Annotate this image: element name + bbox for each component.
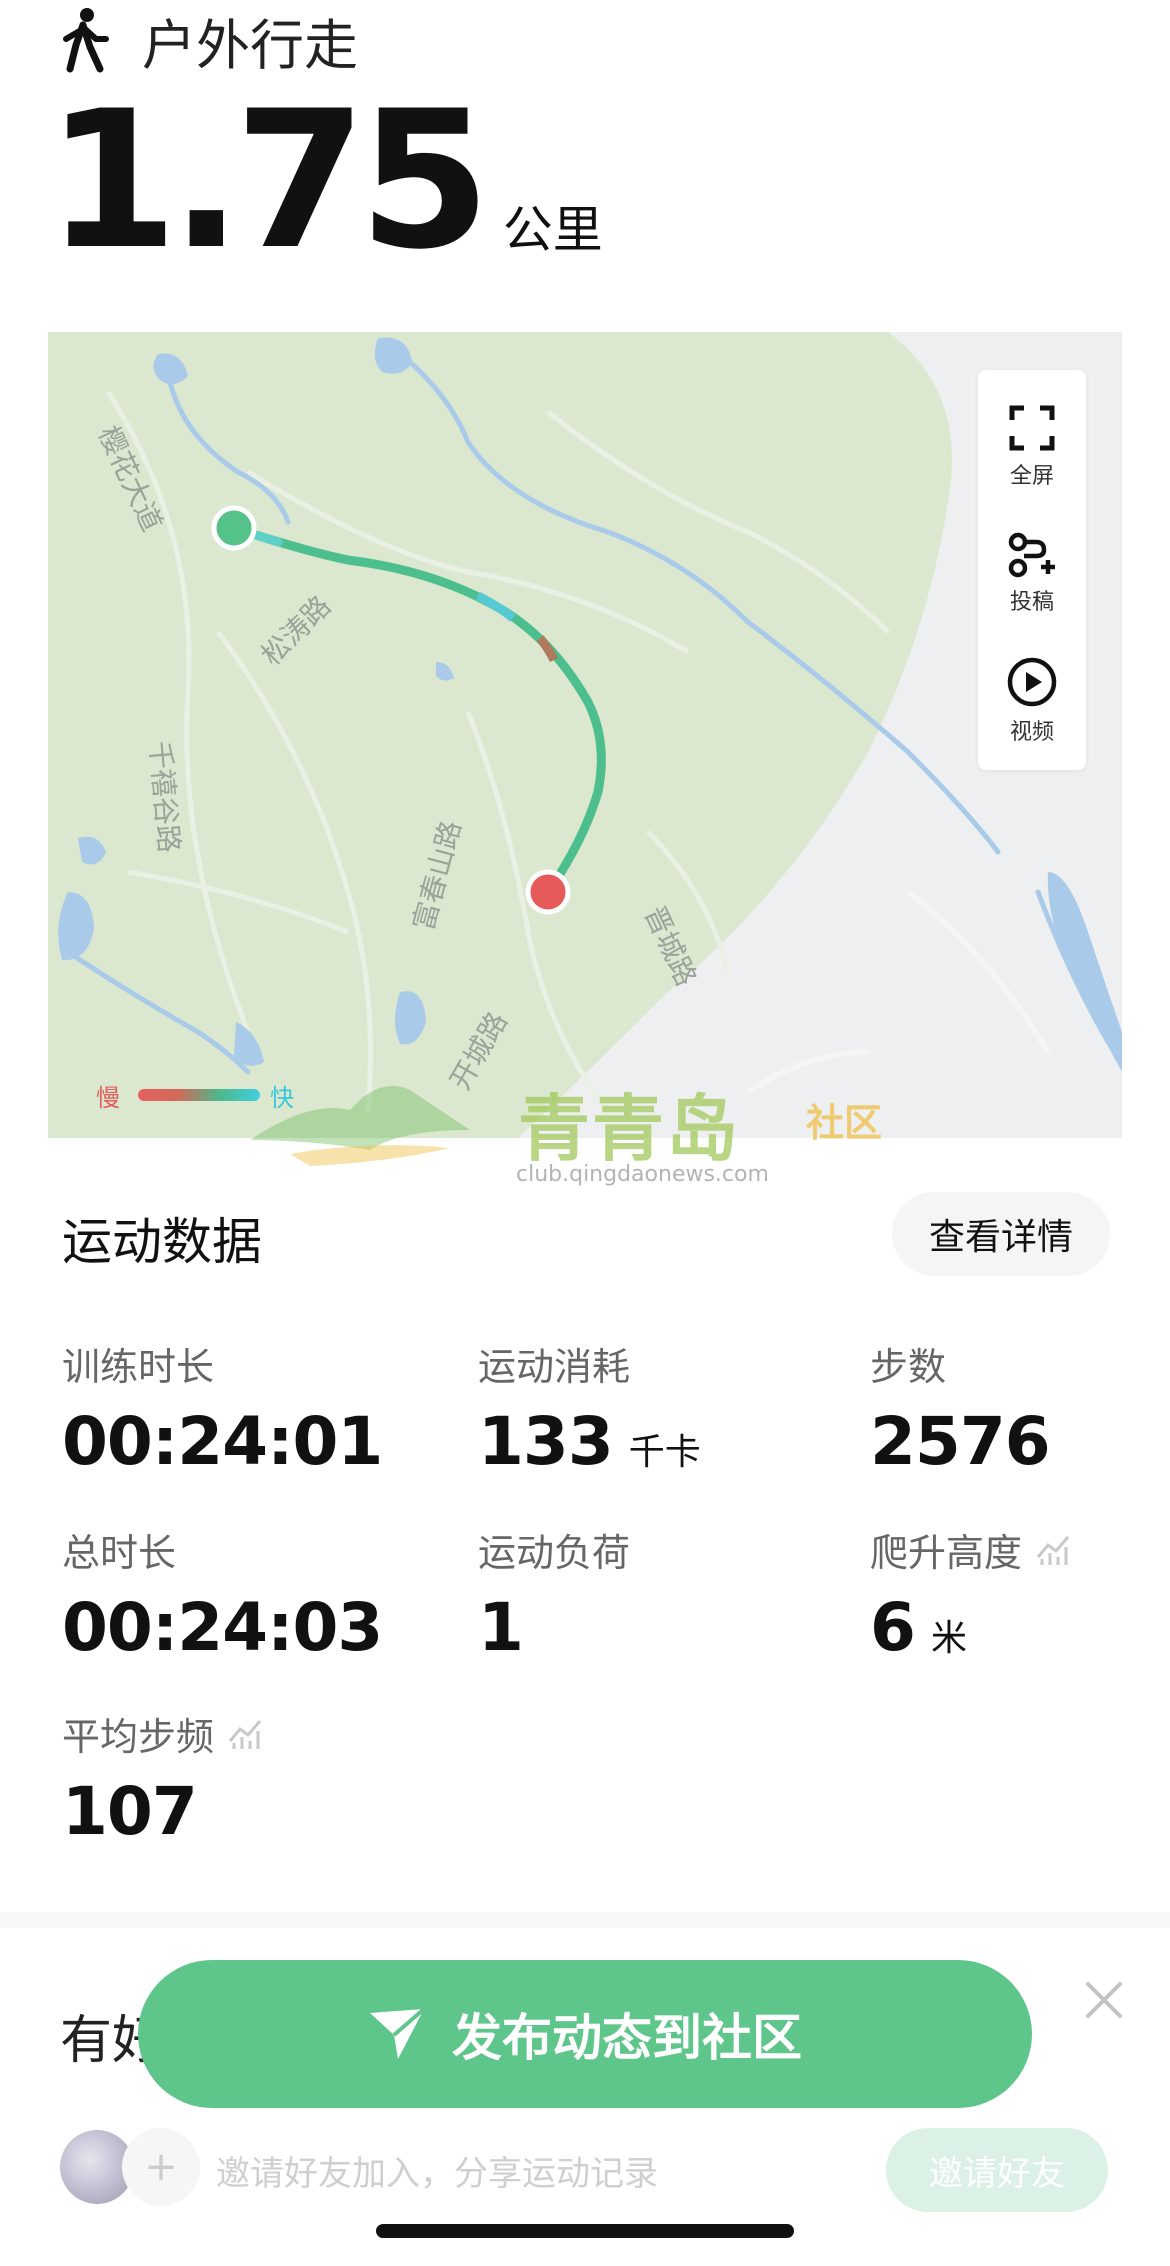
stat-value: 00:24:03: [62, 1589, 383, 1666]
stat-label: 步数: [870, 1345, 947, 1389]
trend-chart-icon: [228, 1719, 262, 1749]
stat-label: 运动负荷: [478, 1531, 631, 1575]
video-label: 视频: [1009, 720, 1054, 745]
map-canvas: 樱花大道 松涛路 千禧谷路 富春山路 开城路 晋城路: [48, 332, 1122, 1138]
stat-elevation-gain[interactable]: 爬升高度 6米: [870, 1522, 1072, 1666]
section-divider: [0, 1912, 1170, 1928]
send-icon: [370, 2007, 426, 2059]
watermark: 青青岛 社区 club.qingdaonews.com: [250, 1070, 900, 1200]
invite-friends-row: + 邀请好友加入，分享运动记录 邀请好友: [60, 2128, 1120, 2212]
workout-summary-screen: 户外行走 1.75 公里 樱花大道 松涛路 千禧谷路 富春山路 开城路 晋城路 …: [0, 0, 1170, 2266]
view-details-button[interactable]: 查看详情: [892, 1192, 1110, 1276]
stats-section-title: 运动数据: [62, 1213, 262, 1271]
stat-value: 133 千卡: [478, 1403, 701, 1480]
publish-to-community-button[interactable]: 发布动态到社区: [138, 1960, 1032, 2108]
end-marker: [525, 869, 571, 915]
watermark-logo-icon: [250, 1085, 470, 1166]
watermark-brand: 青青岛: [518, 1087, 741, 1171]
fullscreen-button[interactable]: 全屏: [978, 404, 1086, 490]
stat-value: 2576: [870, 1403, 1051, 1480]
publish-button-label: 发布动态到社区: [452, 2009, 802, 2067]
invite-placeholder-text: 邀请好友加入，分享运动记录: [216, 2154, 658, 2194]
map-controls-panel: 全屏 投稿 视频: [978, 370, 1086, 770]
home-indicator[interactable]: [376, 2224, 794, 2238]
activity-header: 户外行走: [56, 4, 358, 77]
distance-display: 1.75 公里: [46, 70, 603, 291]
submit-button[interactable]: 投稿: [978, 530, 1086, 616]
stat-unit: 米: [930, 1618, 967, 1659]
stat-label: 训练时长: [62, 1345, 215, 1389]
stat-steps: 步数 2576: [870, 1336, 1051, 1480]
stat-average-cadence[interactable]: 平均步频 107: [62, 1706, 264, 1850]
stat-unit: 千卡: [628, 1432, 701, 1473]
walking-person-icon: [63, 8, 109, 73]
add-friend-icon[interactable]: +: [122, 2128, 200, 2206]
stat-training-duration: 训练时长 00:24:01: [62, 1336, 383, 1480]
distance-unit: 公里: [502, 201, 603, 259]
distance-value: 1.75: [46, 70, 491, 291]
stat-label: 爬升高度: [870, 1522, 1072, 1577]
fullscreen-label: 全屏: [1009, 464, 1054, 489]
route-share-icon: [1008, 532, 1055, 578]
stat-value: 6米: [870, 1589, 967, 1666]
stat-value: 00:24:01: [62, 1403, 383, 1480]
stat-training-load: 运动负荷 1: [478, 1522, 630, 1666]
fullscreen-icon: [1009, 405, 1055, 451]
trend-chart-icon: [1036, 1535, 1070, 1565]
submit-label: 投稿: [1009, 590, 1054, 615]
stat-total-duration: 总时长 00:24:03: [62, 1522, 383, 1666]
stat-calories: 运动消耗 133 千卡: [478, 1336, 701, 1480]
stat-label: 总时长: [62, 1531, 177, 1575]
video-button[interactable]: 视频: [978, 656, 1086, 746]
watermark-tag: 社区: [806, 1101, 883, 1145]
activity-type-label: 户外行走: [142, 13, 358, 77]
pace-legend-bar: [138, 1089, 260, 1101]
start-marker: [211, 505, 257, 551]
watermark-url: club.qingdaonews.com: [516, 1162, 769, 1187]
stat-label: 运动消耗: [478, 1345, 631, 1389]
stat-value: 1: [478, 1589, 524, 1666]
route-map[interactable]: 樱花大道 松涛路 千禧谷路 富春山路 开城路 晋城路 全屏 投稿 视频 慢 快: [48, 332, 1122, 1138]
close-icon[interactable]: [1080, 1976, 1128, 2024]
legend-slow-label: 慢: [96, 1084, 120, 1112]
stat-value: 107: [62, 1773, 198, 1850]
stat-label: 平均步频: [62, 1706, 264, 1761]
play-icon: [1007, 657, 1057, 707]
invite-friends-button[interactable]: 邀请好友: [886, 2128, 1108, 2212]
